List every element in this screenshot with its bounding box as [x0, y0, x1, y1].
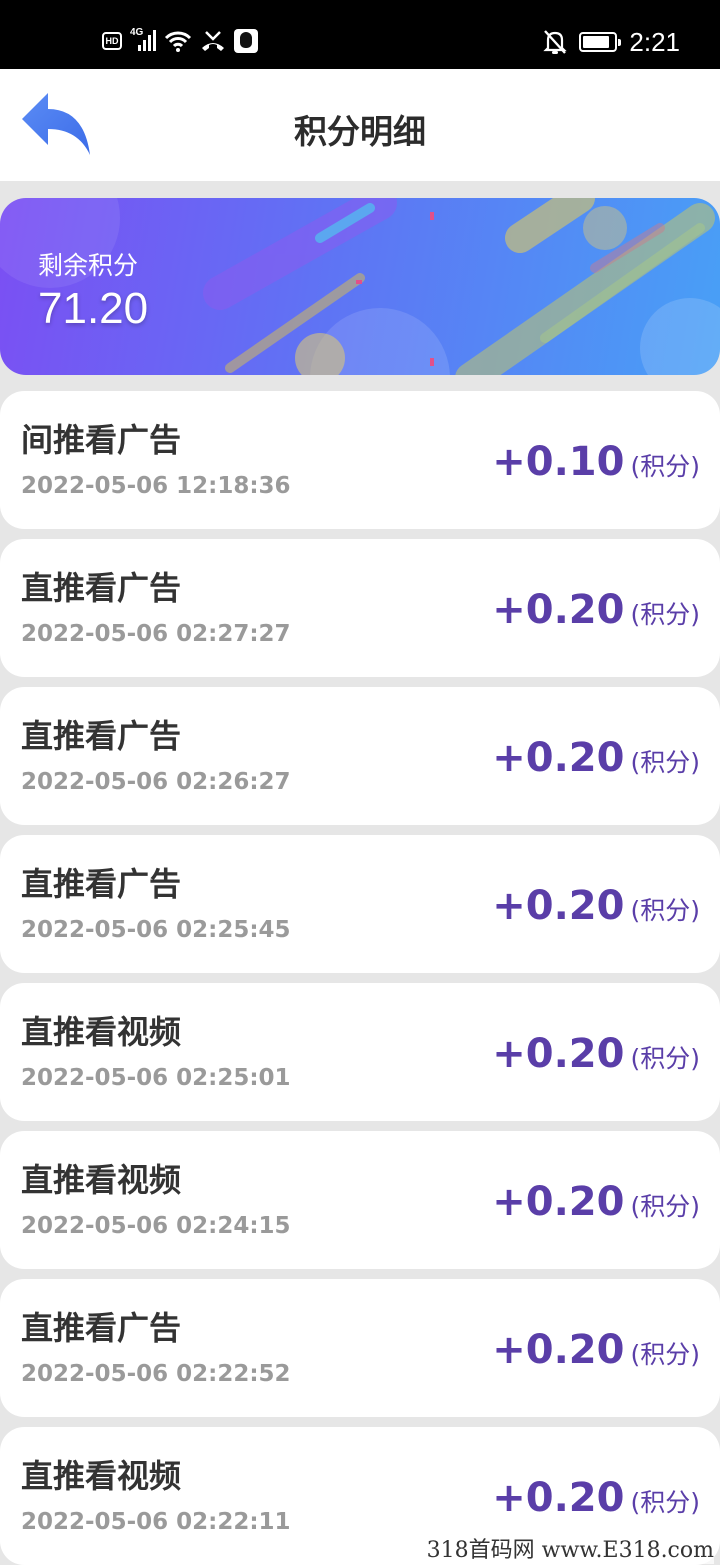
amount-value: +0.20: [492, 735, 625, 781]
amount-value: +0.20: [492, 1475, 625, 1521]
record-title: 直推看视频: [21, 1013, 182, 1051]
battery-icon: [579, 32, 622, 52]
mute-icon: [543, 30, 568, 54]
record-time: 2022-05-06 02:22:11: [21, 1509, 291, 1535]
amount-value: +0.20: [492, 1327, 625, 1373]
record-time: 2022-05-06 02:25:01: [21, 1065, 291, 1091]
record-title: 直推看视频: [21, 1457, 182, 1495]
network-type-label: 4G: [130, 27, 144, 38]
list-item[interactable]: 直推看广告 2022-05-06 02:26:27 +0.20 (积分): [0, 687, 720, 825]
amount-unit: (积分): [630, 1488, 700, 1517]
amount-unit: (积分): [630, 600, 700, 629]
record-title: 直推看广告: [21, 865, 182, 903]
watermark: 318首码网 www.E318.com: [426, 1532, 714, 1564]
list-item[interactable]: 直推看视频 2022-05-06 02:25:01 +0.20 (积分): [0, 983, 720, 1121]
amount-unit: (积分): [630, 452, 700, 481]
record-time: 2022-05-06 02:27:27: [21, 621, 291, 647]
record-title: 直推看视频: [21, 1161, 182, 1199]
amount-value: +0.20: [492, 1031, 625, 1077]
record-amount: +0.20 (积分): [492, 735, 700, 781]
record-time: 2022-05-06 02:24:15: [21, 1213, 291, 1239]
amount-value: +0.20: [492, 1179, 625, 1225]
record-amount: +0.10 (积分): [492, 439, 700, 485]
status-bar: HD 4G 2:21: [0, 0, 720, 69]
amount-unit: (积分): [630, 896, 700, 925]
list-item[interactable]: 间推看广告 2022-05-06 12:18:36 +0.10 (积分): [0, 391, 720, 529]
hd-icon: HD: [102, 32, 122, 50]
record-amount: +0.20 (积分): [492, 1179, 700, 1225]
amount-value: +0.20: [492, 883, 625, 929]
list-item[interactable]: 直推看广告 2022-05-06 02:22:52 +0.20 (积分): [0, 1279, 720, 1417]
list-item[interactable]: 直推看视频 2022-05-06 02:24:15 +0.20 (积分): [0, 1131, 720, 1269]
status-icons-left: HD 4G: [102, 26, 258, 56]
header: 积分明细: [0, 69, 720, 181]
record-title: 直推看广告: [21, 569, 182, 607]
list-item[interactable]: 直推看广告 2022-05-06 02:27:27 +0.20 (积分): [0, 539, 720, 677]
list-item[interactable]: 直推看广告 2022-05-06 02:25:45 +0.20 (积分): [0, 835, 720, 973]
record-time: 2022-05-06 12:18:36: [21, 473, 291, 499]
record-title: 直推看广告: [21, 717, 182, 755]
record-amount: +0.20 (积分): [492, 1327, 700, 1373]
amount-unit: (积分): [630, 1044, 700, 1073]
record-amount: +0.20 (积分): [492, 1031, 700, 1077]
record-amount: +0.20 (积分): [492, 1475, 700, 1521]
record-time: 2022-05-06 02:26:27: [21, 769, 291, 795]
record-time: 2022-05-06 02:22:52: [21, 1361, 291, 1387]
clock: 2:21: [629, 26, 680, 57]
page-title: 积分明细: [294, 112, 426, 151]
amount-unit: (积分): [630, 748, 700, 777]
signal-icon: 4G: [130, 27, 156, 53]
amount-value: +0.10: [492, 439, 625, 485]
qq-icon: [234, 29, 258, 53]
balance-label: 剩余积分: [38, 251, 139, 280]
status-icons-right: 2:21: [543, 26, 680, 58]
wifi-icon: [164, 31, 192, 52]
record-time: 2022-05-06 02:25:45: [21, 917, 291, 943]
amount-value: +0.20: [492, 587, 625, 633]
record-title: 间推看广告: [21, 421, 182, 459]
amount-unit: (积分): [630, 1340, 700, 1369]
amount-unit: (积分): [630, 1192, 700, 1221]
record-title: 直推看广告: [21, 1309, 182, 1347]
balance-value: 71.20: [38, 284, 149, 333]
record-amount: +0.20 (积分): [492, 587, 700, 633]
record-amount: +0.20 (积分): [492, 883, 700, 929]
balance-banner: 剩余积分 71.20: [0, 198, 720, 375]
missed-call-icon: [202, 31, 224, 51]
